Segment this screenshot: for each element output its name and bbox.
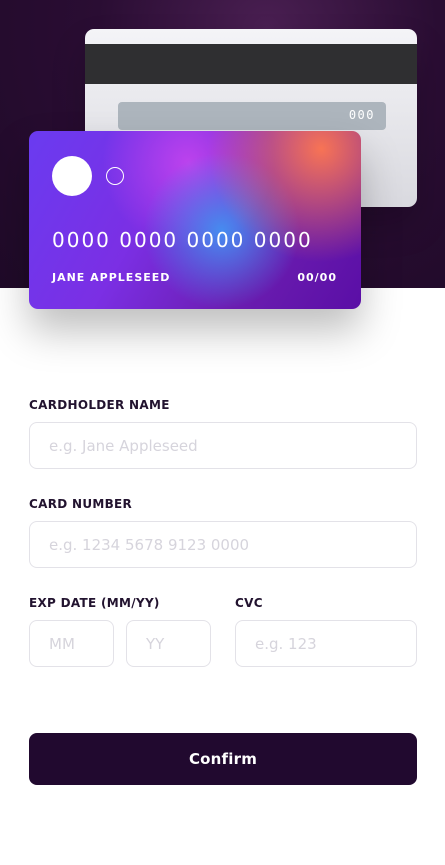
- card-logo-small-circle-icon: [106, 167, 124, 185]
- exp-month-input[interactable]: [49, 621, 94, 666]
- confirm-button[interactable]: Confirm: [29, 733, 417, 785]
- magnetic-stripe: [85, 44, 417, 84]
- card-front-number: 0000 0000 0000 0000: [52, 228, 313, 252]
- cardholder-field: [29, 422, 417, 469]
- card-number-group: CARD NUMBER: [29, 497, 417, 568]
- exp-date-label: EXP DATE (MM/YY): [29, 596, 160, 610]
- card-front: 0000 0000 0000 0000 JANE APPLESEED 00/00: [29, 131, 361, 309]
- cardholder-input[interactable]: [49, 423, 397, 468]
- cardholder-group: CARDHOLDER NAME: [29, 398, 417, 469]
- card-front-expiry: 00/00: [297, 271, 337, 284]
- exp-date-fields: [29, 620, 212, 667]
- cardholder-label: CARDHOLDER NAME: [29, 398, 170, 412]
- signature-strip: [118, 102, 386, 130]
- card-number-input[interactable]: [49, 522, 397, 567]
- card-number-field: [29, 521, 417, 568]
- exp-cvc-row: EXP DATE (MM/YY) CVC: [29, 596, 417, 667]
- exp-month-field: [29, 620, 114, 667]
- exp-date-group: EXP DATE (MM/YY): [29, 596, 212, 667]
- card-logo-large-circle-icon: [52, 156, 92, 196]
- cvc-field: [235, 620, 417, 667]
- cvc-input[interactable]: [255, 621, 397, 666]
- cvc-label: CVC: [235, 596, 263, 610]
- exp-year-field: [126, 620, 211, 667]
- card-front-name: JANE APPLESEED: [52, 271, 171, 284]
- card-back-cvc: 000: [348, 108, 375, 122]
- exp-year-input[interactable]: [146, 621, 191, 666]
- card-details-form: CARDHOLDER NAME CARD NUMBER EXP DATE (MM…: [29, 398, 417, 667]
- card-number-label: CARD NUMBER: [29, 497, 133, 511]
- cvc-group: CVC: [235, 596, 417, 667]
